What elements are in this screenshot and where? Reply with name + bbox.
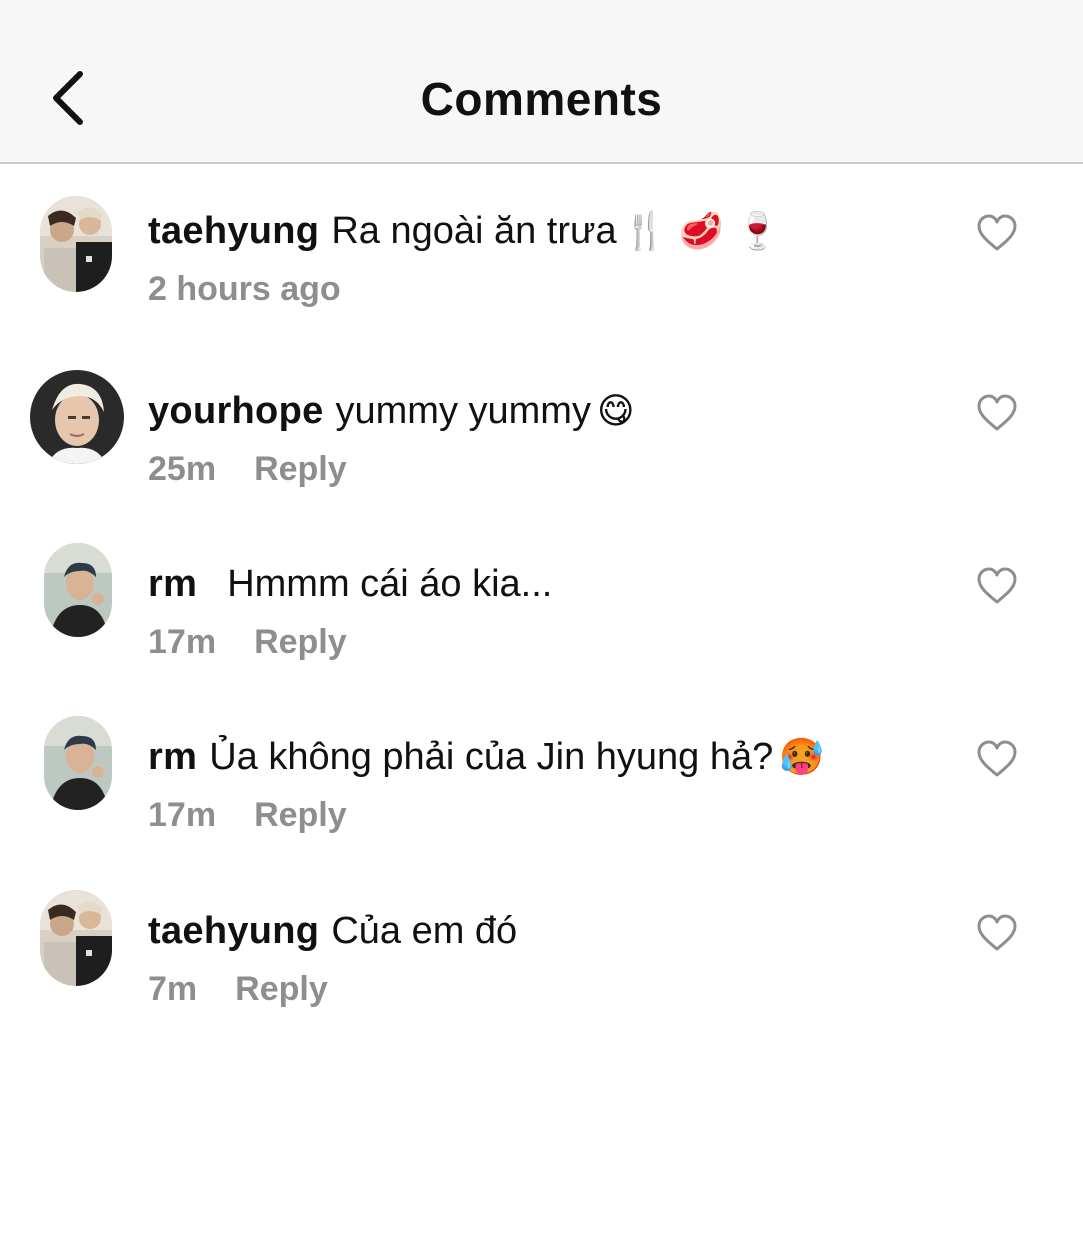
comment-item: rm Ủa không phải của Jin hyung hả? 🥵 17m Re… <box>0 706 1083 866</box>
comment-username[interactable]: yourhope <box>148 390 324 432</box>
comment-text: Ủa không phải của Jin hyung hả? <box>209 736 774 778</box>
heart-icon <box>977 214 1017 251</box>
reply-button[interactable]: Reply <box>235 970 328 1008</box>
comment-item: yourhope yummy yummy 😋 25m Reply <box>0 360 1083 520</box>
comment-time: 17m <box>148 623 217 661</box>
comment-time: 17m <box>148 796 217 834</box>
comment-line: rm Hmmm cái áo kia... <box>148 563 552 606</box>
like-button[interactable] <box>976 567 1018 605</box>
comment-username[interactable]: rm <box>148 563 197 605</box>
comment-meta: 2 hours ago <box>148 270 341 309</box>
comment-time: 25m <box>148 450 217 488</box>
comment-line: taehyung Ra ngoài ăn trưa 🍴 🥩 🍷 <box>148 210 780 253</box>
comment-emojis: 😋 <box>596 391 635 432</box>
comment-line: rm Ủa không phải của Jin hyung hả? 🥵 <box>148 736 824 779</box>
reply-button[interactable]: Reply <box>254 796 347 834</box>
comment-line: taehyung Của em đó <box>148 910 517 953</box>
comment-emojis: 🥵 <box>779 737 825 778</box>
comment-time: 7m <box>148 970 198 1008</box>
comment-time: 2 hours ago <box>148 270 341 308</box>
comment-emojis: 🍴 🥩 🍷 <box>622 211 780 252</box>
comment-username[interactable]: taehyung <box>148 910 319 952</box>
avatar[interactable] <box>30 370 124 464</box>
like-button[interactable] <box>976 914 1018 952</box>
avatar[interactable] <box>40 196 112 292</box>
top-bar: Comments <box>0 0 1083 164</box>
comment-meta: 17m Reply <box>148 623 347 662</box>
comment-text: Của em đó <box>331 910 518 952</box>
like-button[interactable] <box>976 214 1018 252</box>
heart-icon <box>977 740 1017 777</box>
comment-username[interactable]: rm <box>148 736 197 778</box>
comment-item: taehyung Ra ngoài ăn trưa 🍴 🥩 🍷 2 hours ag… <box>0 180 1083 340</box>
avatar[interactable] <box>44 716 112 810</box>
heart-icon <box>977 394 1017 431</box>
page-title: Comments <box>420 73 663 125</box>
comment-item: taehyung Của em đó 7m Reply <box>0 880 1083 1040</box>
like-button[interactable] <box>976 394 1018 432</box>
comment-text: Hmmm cái áo kia... <box>227 563 553 605</box>
comment-line: yourhope yummy yummy 😋 <box>148 390 635 433</box>
comment-username[interactable]: taehyung <box>148 210 319 252</box>
comment-text: yummy yummy <box>335 390 591 432</box>
comment-meta: 25m Reply <box>148 450 347 489</box>
heart-icon <box>977 914 1017 951</box>
comment-meta: 17m Reply <box>148 796 347 835</box>
reply-button[interactable]: Reply <box>254 450 347 488</box>
like-button[interactable] <box>976 740 1018 778</box>
comment-text: Ra ngoài ăn trưa <box>331 210 617 252</box>
reply-button[interactable]: Reply <box>254 623 347 661</box>
comment-item: rm Hmmm cái áo kia... 17m Reply <box>0 533 1083 693</box>
comment-meta: 7m Reply <box>148 970 328 1009</box>
avatar[interactable] <box>40 890 112 986</box>
avatar[interactable] <box>44 543 112 637</box>
heart-icon <box>977 567 1017 604</box>
